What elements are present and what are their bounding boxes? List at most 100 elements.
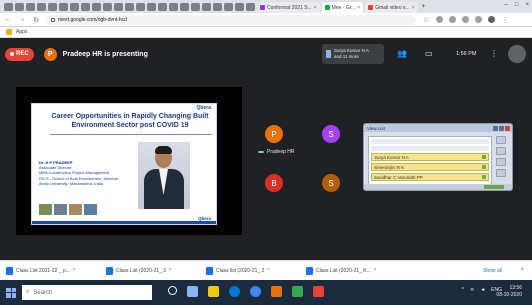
download-item[interactable]: Class List (2020-21_ K... ^ xyxy=(306,266,394,275)
tab-favicon[interactable] xyxy=(224,2,233,11)
close-icon[interactable]: × xyxy=(314,5,317,11)
task-view-icon[interactable] xyxy=(187,286,198,297)
thumbnail-image xyxy=(69,204,82,215)
tab-favicon[interactable] xyxy=(81,2,90,11)
self-avatar[interactable] xyxy=(508,45,526,63)
app-icon[interactable] xyxy=(271,286,282,297)
tab-favicon[interactable] xyxy=(147,2,156,11)
tab-favicon[interactable] xyxy=(70,2,79,11)
tab-favicon[interactable] xyxy=(169,2,178,11)
file-explorer-icon[interactable] xyxy=(208,286,219,297)
chevron-up-icon[interactable]: ^ xyxy=(169,268,171,274)
tool-button[interactable] xyxy=(496,169,506,177)
check-icon xyxy=(482,155,486,159)
close-window-button[interactable]: × xyxy=(525,2,529,8)
apps-icon[interactable] xyxy=(6,29,12,35)
tab-favicon[interactable] xyxy=(114,2,123,11)
tab-favicon[interactable] xyxy=(202,2,211,11)
tab-favicon[interactable] xyxy=(92,2,101,11)
start-tile xyxy=(6,293,11,298)
maximize-button[interactable]: □ xyxy=(515,2,519,8)
tab-favicon[interactable] xyxy=(48,2,57,11)
tab-favicon[interactable] xyxy=(59,2,68,11)
forward-icon[interactable]: → xyxy=(18,16,26,23)
extension-icon[interactable] xyxy=(462,16,469,23)
participant-avatar[interactable]: P xyxy=(265,125,283,143)
windows-start-icon[interactable] xyxy=(6,287,16,298)
tab-favicon[interactable] xyxy=(191,2,200,11)
chevron-up-icon[interactable]: ^ xyxy=(267,268,269,274)
chevron-up-icon[interactable]: ^ xyxy=(374,268,376,274)
chrome-icon[interactable] xyxy=(250,286,261,297)
list-window[interactable]: View List Surya Kumar N A Sreeranjini R … xyxy=(363,123,513,191)
taskbar-search[interactable]: ⌕ Search xyxy=(22,285,152,300)
people-icon[interactable]: 👥 xyxy=(397,49,407,58)
participant-avatar[interactable]: B xyxy=(265,174,283,192)
maximize-icon[interactable] xyxy=(499,125,504,131)
extension-icon[interactable] xyxy=(449,16,456,23)
download-item[interactable]: Class list (2020-21_ 2 ^ xyxy=(206,266,294,275)
list-item[interactable]: Sreeranjini R K xyxy=(371,163,489,171)
reload-icon[interactable]: ↻ xyxy=(32,16,40,24)
tab-favicon[interactable] xyxy=(26,2,35,11)
tab-label: Mee - Gr... xyxy=(331,4,356,11)
extension-icon[interactable] xyxy=(436,16,443,23)
date: 08-10-2020 xyxy=(496,292,522,298)
close-icon[interactable]: × xyxy=(357,5,360,11)
tab-favicon[interactable] xyxy=(180,2,189,11)
thumbnail-image xyxy=(54,204,67,215)
list-window-titlebar[interactable]: View List xyxy=(364,124,512,132)
system-clock[interactable]: 13:56 08-10-2020 xyxy=(496,285,522,299)
tab-conformat[interactable]: Conformat 2021 S... × xyxy=(257,2,320,13)
network-icon[interactable]: ≋ xyxy=(470,287,474,293)
tab-favicon[interactable] xyxy=(136,2,145,11)
tab-favicon[interactable] xyxy=(213,2,222,11)
tab-favicon[interactable] xyxy=(103,2,112,11)
new-tab-button[interactable]: + xyxy=(422,4,426,10)
tab-favicon[interactable] xyxy=(4,2,13,11)
minimize-button[interactable]: – xyxy=(505,2,508,8)
chevron-up-icon[interactable]: ^ xyxy=(462,287,464,293)
participants-chip[interactable]: Surya Kumar N A and 11 more xyxy=(322,44,384,64)
minimize-icon[interactable] xyxy=(493,125,498,131)
tool-button[interactable] xyxy=(496,147,506,155)
close-icon[interactable] xyxy=(505,125,510,131)
bookmark-apps[interactable]: Apps xyxy=(16,29,27,35)
audio-level-icon xyxy=(258,151,264,153)
chevron-up-icon[interactable]: ^ xyxy=(73,268,75,274)
tab-favicon[interactable] xyxy=(37,2,46,11)
app-icon[interactable] xyxy=(313,286,324,297)
tool-button[interactable] xyxy=(496,158,506,166)
back-icon[interactable]: ← xyxy=(4,16,12,23)
tab-meet[interactable]: Mee - Gr... × xyxy=(321,2,364,13)
more-options-icon[interactable]: ⋮ xyxy=(490,49,498,58)
tab-favicon[interactable] xyxy=(235,2,244,11)
tab-favicon[interactable] xyxy=(125,2,134,11)
menu-icon[interactable]: ⋮ xyxy=(501,16,509,24)
download-item[interactable]: Class List 2021-22 _ p... ^ xyxy=(6,266,94,275)
cortana-icon[interactable] xyxy=(168,286,177,295)
participant-avatar[interactable]: S xyxy=(322,125,340,143)
extension-icon[interactable] xyxy=(475,16,482,23)
volume-icon[interactable]: ◄ xyxy=(480,287,485,293)
list-item-label: Surya Kumar N A xyxy=(374,154,409,160)
address-bar[interactable]: meet.google.com/ogb-dvnt-hcd xyxy=(46,14,416,25)
tool-button[interactable] xyxy=(496,136,506,144)
profile-avatar[interactable] xyxy=(488,16,495,23)
tab-favicon[interactable] xyxy=(246,2,255,11)
app-icon[interactable] xyxy=(292,286,303,297)
star-icon[interactable]: ☆ xyxy=(422,16,430,24)
recording-badge: REC xyxy=(5,47,34,61)
tab-favicon[interactable] xyxy=(15,2,24,11)
tab-favicon[interactable] xyxy=(158,2,167,11)
download-item[interactable]: Class List (2020-21_ 2 ^ xyxy=(106,266,194,275)
list-item[interactable]: Surya Kumar N A xyxy=(371,153,489,161)
close-icon[interactable]: × xyxy=(520,267,524,273)
edge-icon[interactable] xyxy=(229,286,240,297)
list-item[interactable]: Sasidhar C Varunath PP xyxy=(371,173,489,181)
participant-avatar[interactable]: S xyxy=(322,174,340,192)
tab-video[interactable]: Gmail video s... × xyxy=(365,2,418,13)
chat-icon[interactable]: ▭ xyxy=(425,49,433,58)
show-all-link[interactable]: Show all xyxy=(483,268,502,274)
close-icon[interactable]: × xyxy=(412,5,415,11)
